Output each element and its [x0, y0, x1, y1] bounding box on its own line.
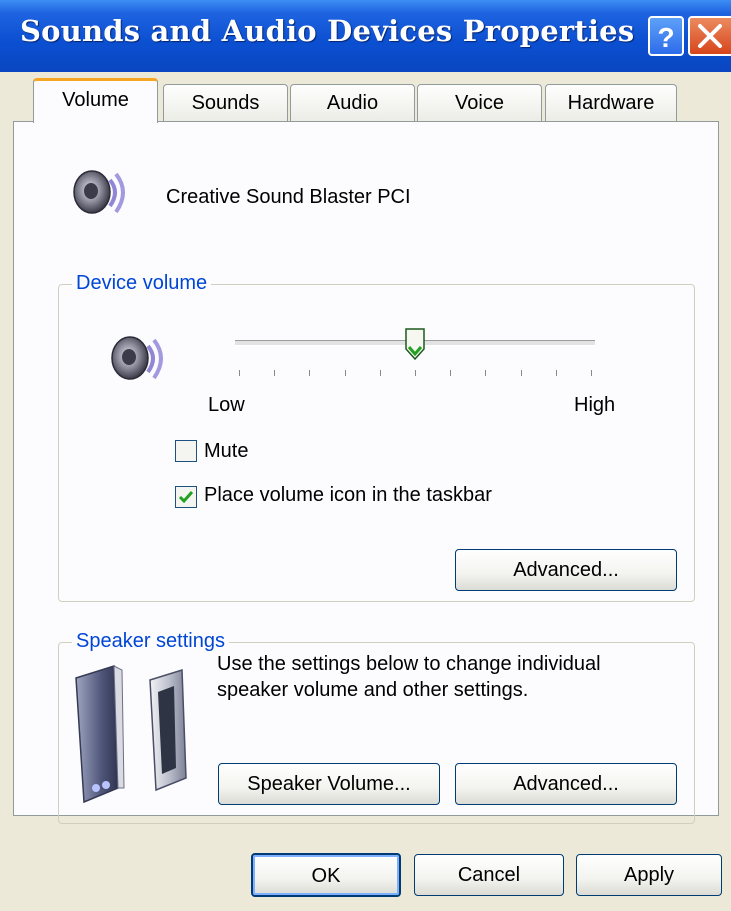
mute-label[interactable]: Mute: [204, 440, 248, 463]
volume-slider-tick: [485, 370, 487, 376]
speaker-device-icon: [73, 170, 125, 214]
speaker-description-line1: Use the settings below to change individ…: [217, 653, 601, 675]
volume-low-label: Low: [208, 394, 245, 416]
help-button[interactable]: ?: [648, 16, 684, 56]
tab-volume[interactable]: Volume: [33, 78, 158, 123]
volume-slider-tick: [309, 370, 311, 376]
apply-button[interactable]: Apply: [576, 854, 722, 896]
taskbar-icon-checkbox[interactable]: [175, 486, 197, 508]
volume-high-label: High: [574, 394, 616, 416]
check-mark-icon: [178, 491, 194, 504]
device-advanced-button[interactable]: Advanced...: [455, 549, 677, 591]
volume-slider-tick: [450, 370, 452, 376]
volume-slider-tick: [415, 370, 416, 376]
dialog-window: Sounds and Audio Devices Properties ? Vo…: [0, 0, 731, 911]
tab-sounds[interactable]: Sounds: [163, 84, 288, 122]
volume-slider-tick: [344, 370, 346, 376]
question-mark-icon: ?: [657, 22, 674, 53]
volume-slider-tick: [555, 370, 557, 376]
device-volume-title: Device volume: [72, 272, 212, 295]
speaker-advanced-button[interactable]: Advanced...: [455, 763, 677, 805]
speaker-description-line2: speaker volume and other settings.: [217, 679, 529, 701]
volume-slider-tick: [274, 370, 276, 376]
close-icon: [698, 24, 722, 48]
tab-hardware[interactable]: Hardware: [545, 84, 677, 122]
speakers-icon: [75, 664, 187, 804]
volume-slider-tick: [591, 370, 592, 376]
svg-text:?: ?: [657, 22, 674, 53]
title-bar[interactable]: Sounds and Audio Devices Properties ?: [0, 0, 731, 72]
window-title: Sounds and Audio Devices Properties: [20, 14, 635, 48]
close-button[interactable]: [688, 16, 731, 56]
volume-speaker-icon: [111, 336, 163, 380]
speaker-settings-title: Speaker settings: [72, 630, 229, 653]
volume-slider-tick: [239, 370, 240, 376]
device-name: Creative Sound Blaster PCI: [166, 186, 411, 208]
tab-audio[interactable]: Audio: [290, 84, 415, 122]
mute-checkbox[interactable]: [175, 440, 197, 462]
tab-voice[interactable]: Voice: [417, 84, 542, 122]
cancel-button[interactable]: Cancel: [414, 854, 564, 896]
volume-slider-thumb[interactable]: [404, 327, 426, 361]
taskbar-icon-label[interactable]: Place volume icon in the taskbar: [204, 484, 492, 507]
ok-button[interactable]: OK: [251, 853, 401, 897]
speaker-volume-button[interactable]: Speaker Volume...: [218, 763, 440, 805]
volume-slider-tick: [379, 370, 381, 376]
volume-slider-tick: [520, 370, 522, 376]
